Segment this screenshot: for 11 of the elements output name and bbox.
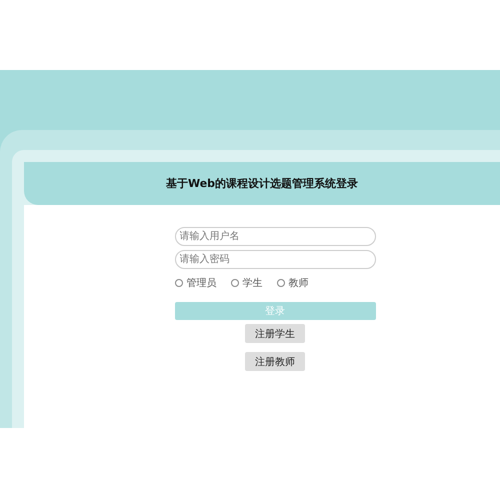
radio-button[interactable] — [174, 279, 182, 287]
radio-button[interactable] — [276, 279, 284, 287]
register-button[interactable]: 注册教师 — [245, 352, 305, 371]
input-field[interactable]: 请输入用户名 — [174, 227, 376, 246]
page-title: 基于Web的课程设计选题管理系统登录 — [166, 176, 358, 191]
radio-label: 教师 — [288, 277, 308, 290]
radio-button[interactable] — [230, 279, 238, 287]
radio-label: 学生 — [242, 276, 262, 290]
input-field[interactable]: 请输入密码 — [174, 250, 376, 269]
register-button[interactable]: 注册学生 — [245, 324, 305, 343]
radio-label: 管理员 — [186, 277, 216, 290]
